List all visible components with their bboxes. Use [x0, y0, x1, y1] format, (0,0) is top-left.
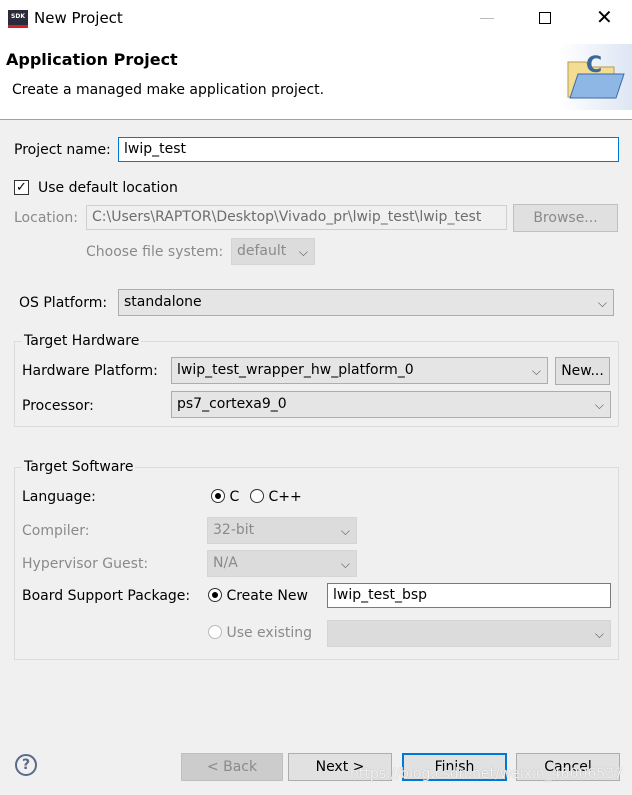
chevron-down-icon: ⌵: [594, 627, 604, 641]
hardware-platform-value: lwip_test_wrapper_hw_platform_0: [177, 362, 414, 378]
browse-button: Browse...: [513, 204, 618, 232]
window-title: New Project: [34, 9, 123, 27]
c-folder-icon: C: [560, 44, 632, 110]
create-new-label: Create New: [226, 588, 308, 604]
wizard-header: Application Project Create a managed mak…: [0, 38, 632, 120]
file-system-label: Choose file system:: [86, 244, 224, 260]
file-system-select: default ⌵: [231, 238, 315, 265]
sdk-app-icon: SDK: [8, 10, 28, 28]
use-default-checkbox[interactable]: ✓: [14, 180, 29, 195]
bsp-name-input[interactable]: lwip_test_bsp: [327, 583, 611, 608]
hardware-platform-select[interactable]: lwip_test_wrapper_hw_platform_0 ⌵: [171, 357, 548, 384]
compiler-select: 32-bit ⌵: [207, 517, 357, 544]
file-system-value: default: [237, 243, 287, 259]
chevron-down-icon: ⌵: [340, 557, 350, 571]
help-icon[interactable]: ?: [15, 754, 37, 776]
language-c-radio[interactable]: C: [211, 489, 239, 505]
processor-select[interactable]: ps7_cortexa9_0 ⌵: [171, 391, 611, 418]
use-existing-radio: Use existing: [208, 625, 312, 641]
language-label: Language:: [22, 489, 96, 505]
hypervisor-label: Hypervisor Guest:: [22, 556, 149, 572]
location-input: C:\Users\RAPTOR\Desktop\Vivado_pr\lwip_t…: [86, 205, 507, 230]
use-default-label: Use default location: [38, 180, 178, 196]
chevron-down-icon: ⌵: [531, 364, 541, 378]
hypervisor-value: N/A: [213, 555, 238, 571]
language-cpp-label: C++: [268, 489, 302, 505]
os-platform-label: OS Platform:: [19, 295, 108, 311]
title-bar: SDK New Project ✕: [0, 0, 632, 38]
bsp-label: Board Support Package:: [22, 588, 191, 604]
radio-icon: [208, 588, 222, 602]
maximize-button[interactable]: [539, 12, 551, 24]
os-platform-select[interactable]: standalone ⌵: [118, 289, 614, 316]
compiler-label: Compiler:: [22, 523, 90, 539]
project-name-input[interactable]: lwip_test: [118, 137, 619, 162]
existing-bsp-select: ⌵: [327, 620, 611, 647]
page-title: Application Project: [6, 50, 178, 69]
location-label: Location:: [14, 210, 78, 226]
chevron-down-icon: ⌵: [298, 245, 308, 259]
project-name-label: Project name:: [14, 142, 111, 158]
new-hardware-button[interactable]: New...: [555, 357, 610, 385]
language-cpp-radio[interactable]: C++: [250, 489, 302, 505]
hypervisor-select: N/A ⌵: [207, 550, 357, 577]
close-button[interactable]: ✕: [596, 5, 613, 29]
compiler-value: 32-bit: [213, 522, 255, 538]
target-software-title: Target Software: [22, 459, 136, 475]
processor-value: ps7_cortexa9_0: [177, 396, 287, 412]
radio-icon: [250, 489, 264, 503]
page-subtitle: Create a managed make application projec…: [12, 82, 325, 98]
radio-icon: [211, 489, 225, 503]
chevron-down-icon: ⌵: [340, 524, 350, 538]
chevron-down-icon: ⌵: [594, 398, 604, 412]
radio-icon: [208, 625, 222, 639]
language-c-label: C: [229, 489, 240, 505]
processor-label: Processor:: [22, 398, 94, 414]
minimize-button[interactable]: [480, 18, 494, 19]
create-new-radio[interactable]: Create New: [208, 588, 308, 604]
watermark: https://blog.csdn.net/weixin_46006537: [350, 766, 624, 782]
chevron-down-icon: ⌵: [597, 296, 607, 310]
target-hardware-title: Target Hardware: [22, 333, 142, 349]
hardware-platform-label: Hardware Platform:: [22, 363, 158, 379]
back-button: < Back: [181, 753, 283, 781]
os-platform-value: standalone: [124, 294, 202, 310]
use-existing-label: Use existing: [226, 625, 313, 641]
